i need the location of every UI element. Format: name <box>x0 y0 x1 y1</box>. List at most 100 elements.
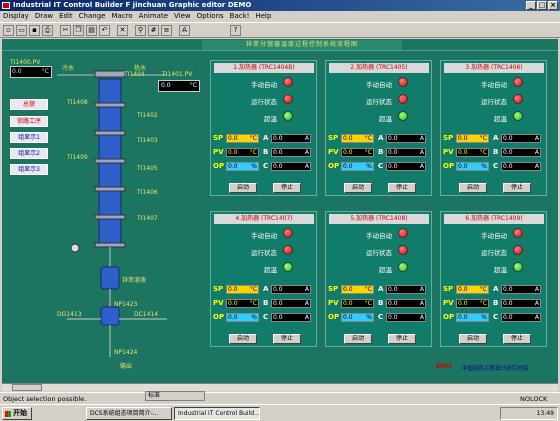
op-label: OP <box>328 162 340 170</box>
save-icon[interactable]: ▪ <box>29 25 40 36</box>
stop-heater-button[interactable]: 停止 <box>388 183 416 193</box>
nav-group3-button[interactable]: 组显示3 <box>10 164 48 175</box>
op-field[interactable]: 0.0% <box>456 313 489 322</box>
horizontal-scrollbar[interactable] <box>2 383 558 391</box>
pv-field: 0.0 °C <box>456 148 489 157</box>
menu-draw[interactable]: Draw <box>32 11 56 22</box>
current-b-value: 0.0 <box>273 300 283 307</box>
window-title-bar[interactable]: Industrial IT Control Builder F jinchuan… <box>0 0 560 11</box>
menu-macro[interactable]: Macro <box>108 11 135 22</box>
nav-process-button[interactable]: 锁路工序 <box>10 116 48 127</box>
maximize-button[interactable]: □ <box>537 1 547 10</box>
sp-field[interactable]: 0.0 °C <box>341 285 374 294</box>
stop-heater-button[interactable]: 停止 <box>503 334 531 344</box>
panel-title: 5.加热器 (TRC1408) <box>329 214 429 224</box>
menu-back[interactable]: Back! <box>227 11 253 22</box>
task-control-builder[interactable]: Industrial IT Control Build... <box>174 407 260 420</box>
shutdown-value-box[interactable]: 0.0 °C <box>10 66 52 78</box>
stop-heater-button[interactable]: 停止 <box>273 334 301 344</box>
zoom-icon[interactable]: ⚲ <box>135 25 146 36</box>
tag-dc1414: DC1414 <box>134 311 159 318</box>
scroll-thumb[interactable] <box>12 384 42 391</box>
heater-panel: 2.加热器 (TRC1405) 手动自动 运行状态 超温 SP 0.0 °C PV … <box>325 60 432 196</box>
delete-icon[interactable]: ✕ <box>117 25 128 36</box>
current-a-unit: A <box>304 135 309 142</box>
op-value: 0.0 <box>458 163 468 170</box>
op-field[interactable]: 0.0% <box>341 162 374 171</box>
current-c-unit: A <box>534 314 539 321</box>
sp-field[interactable]: 0.0 °C <box>226 134 259 143</box>
start-heater-button[interactable]: 启动 <box>344 334 372 344</box>
op-value: 0.0 <box>343 163 353 170</box>
cut-icon[interactable]: ✂ <box>60 25 71 36</box>
current-c-unit: A <box>304 163 309 170</box>
sp-label: SP <box>443 134 454 142</box>
start-heater-button[interactable]: 启动 <box>459 183 487 193</box>
menu-animate[interactable]: Animate <box>136 11 171 22</box>
help-icon[interactable]: ? <box>230 25 241 36</box>
current-c-field: 0.0 A <box>386 162 426 171</box>
op-field[interactable]: 0.0% <box>226 162 259 171</box>
undo-icon[interactable]: ↶ <box>99 25 110 36</box>
current-a-value: 0.0 <box>503 286 513 293</box>
current-a-field: 0.0 A <box>386 134 426 143</box>
pv-unit: °C <box>249 300 257 307</box>
heater-panel: 3.加热器 (TRC1406) 手动自动 运行状态 超温 SP 0.0 °C PV … <box>440 60 547 196</box>
state-label: 超温 <box>264 115 277 123</box>
sp-unit: °C <box>249 135 257 142</box>
pv-label: PV <box>213 299 224 307</box>
graphic-canvas[interactable]: 锌萃分馏器温度过程控制系统流程图 TI1400.PV 0.0 °C 总貌 锁路工… <box>2 39 558 383</box>
stop-heater-button[interactable]: 停止 <box>273 183 301 193</box>
menu-edit[interactable]: Edit <box>56 11 76 22</box>
sp-value: 0.0 <box>228 135 238 142</box>
new-icon[interactable]: ▫ <box>3 25 14 36</box>
text-icon[interactable]: A <box>179 25 190 36</box>
minimize-button[interactable]: _ <box>526 1 536 10</box>
current-a-unit: A <box>534 135 539 142</box>
menu-display[interactable]: Display <box>0 11 32 22</box>
state-label: 运行状态 <box>251 98 277 106</box>
op-label: OP <box>443 313 455 321</box>
ime-indicator[interactable]: 标准 <box>145 391 205 401</box>
align-icon[interactable]: ≡ <box>161 25 172 36</box>
stop-heater-button[interactable]: 停止 <box>503 183 531 193</box>
clock: 13:49 <box>536 410 554 417</box>
shutdown-unit: °C <box>41 68 49 75</box>
start-button[interactable]: 开始 <box>2 407 32 420</box>
sp-field[interactable]: 0.0 °C <box>341 134 374 143</box>
open-icon[interactable]: ▭ <box>16 25 27 36</box>
nav-group1-button[interactable]: 组显示1 <box>10 132 48 143</box>
menu-view[interactable]: View <box>171 11 194 22</box>
top-right-value-box[interactable]: 0.0 °C <box>158 80 200 92</box>
menu-help[interactable]: Help <box>252 11 274 22</box>
stop-heater-button[interactable]: 停止 <box>388 334 416 344</box>
menu-change[interactable]: Change <box>76 11 109 22</box>
op-field[interactable]: 0.0% <box>456 162 489 171</box>
op-field[interactable]: 0.0% <box>341 313 374 322</box>
sp-field[interactable]: 0.0 °C <box>456 285 489 294</box>
sp-field[interactable]: 0.0 °C <box>456 134 489 143</box>
start-heater-button[interactable]: 启动 <box>229 183 257 193</box>
close-button[interactable]: × <box>548 1 558 10</box>
current-b-value: 0.0 <box>503 149 513 156</box>
start-heater-button[interactable]: 启动 <box>344 183 372 193</box>
task-dcs-doc[interactable]: DCS系统组态项目简介-... <box>86 407 172 420</box>
current-a-value: 0.0 <box>273 135 283 142</box>
grid-icon[interactable]: # <box>148 25 159 36</box>
copy-icon[interactable]: ❐ <box>73 25 84 36</box>
nav-overview-button[interactable]: 总貌 <box>10 99 48 110</box>
current-c-value: 0.0 <box>503 163 513 170</box>
op-unit: % <box>251 314 257 321</box>
nav-group2-button[interactable]: 组显示2 <box>10 148 48 159</box>
status-lamp-icon <box>283 228 293 238</box>
paste-icon[interactable]: ▤ <box>86 25 97 36</box>
print-icon[interactable]: ⎙ <box>42 25 53 36</box>
op-field[interactable]: 0.0% <box>226 313 259 322</box>
current-a-value: 0.0 <box>388 135 398 142</box>
tag-np1423: NP1423 <box>114 301 138 308</box>
start-heater-button[interactable]: 启动 <box>229 334 257 344</box>
b-label: B <box>493 299 499 307</box>
start-heater-button[interactable]: 启动 <box>459 334 487 344</box>
menu-options[interactable]: Options <box>194 11 227 22</box>
sp-field[interactable]: 0.0 °C <box>226 285 259 294</box>
